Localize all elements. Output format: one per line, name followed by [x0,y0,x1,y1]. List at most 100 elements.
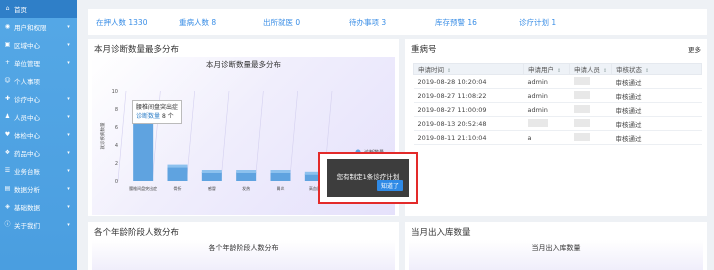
table-cell-user [523,116,570,131]
chart-bar [167,166,188,181]
stats-bar: 在押人数 1330 重病人数 8 出所就医 0 待办事项 3 库存预警 16 诊… [88,9,707,35]
modal-dialog: 您有制定1条诊疗计划 知道了 [327,159,409,197]
chart-bar-top [270,170,291,173]
chevron-down-icon: ▾ [67,203,70,210]
sidebar-item[interactable]: ☺ 个人事项 [0,72,77,90]
chart-title: 当月出入库数量 [531,244,581,252]
sidebar: ⌂ 首页 ◉ 用户和权限 ▾ ▣ 区域中心 ▾ + 单位管理 ▾ ☺ 个人事项 ✚ 诊疗中心 ▾ ♟ 人员中心 ▾ ♥… [0,0,77,270]
y-tick-label: 4 [115,143,118,149]
sidebar-item-label: 药品中心 [14,150,40,158]
table-cell-user: admin [523,102,570,117]
stat-serious-patients[interactable]: 重病人数 8 [179,17,263,28]
sidebar-item-label: 单位管理 [14,60,40,68]
table-cell-status: 审核通过 [611,74,702,89]
sidebar-item[interactable]: ✚ 诊疗中心 ▾ [0,90,77,108]
sidebar-item-label: 用户和权限 [14,24,47,32]
sidebar-item[interactable]: ♟ 人员中心 ▾ [0,108,77,126]
chevron-down-icon: ▾ [67,221,70,228]
sidebar-item[interactable]: ◈ 基础数据 ▾ [0,198,77,216]
panel-title: 重病号 [411,45,437,55]
redacted-placeholder [573,118,590,127]
sidebar-item[interactable]: ☰ 业务台账 ▾ [0,162,77,180]
sidebar-item-label: 基础数据 [14,204,40,212]
sidebar-item[interactable]: + 单位管理 ▾ [0,54,77,72]
sidebar-item[interactable]: ▣ 区域中心 ▾ [0,36,77,54]
redacted-placeholder [573,132,590,141]
sidebar-item[interactable]: ⌂ 首页 [0,0,77,18]
y-tick-label: 8 [115,107,118,113]
table-cell-person [569,102,612,117]
y-tick-label: 10 [112,89,118,95]
column-header[interactable]: 申请人员 ⇕ [569,63,612,75]
user-icon: ◉ [4,23,11,30]
chart-tooltip: 腰椎间盘突出症 诊断数量 8 个 [132,100,182,124]
chart-bar-top [236,170,257,173]
sidebar-item-label: 人员中心 [14,114,40,122]
chevron-down-icon: ▾ [67,23,70,30]
medicine-icon: ❖ [4,149,11,156]
column-header[interactable]: 审核状态 ⇕ [611,63,702,75]
x-tick-label: 感冒 [208,185,216,191]
sort-icon[interactable]: ⇕ [603,68,607,74]
table-row[interactable]: 2019-08-28 10:20:04 admin 审核通过 [413,74,702,89]
table-cell-time: 2019-08-28 10:20:04 [413,74,524,89]
treatment-icon: ✚ [4,95,11,102]
chart-bar-top [201,170,222,173]
column-header[interactable]: 申请时间 ⇕ [413,63,524,75]
stat-stock-alert[interactable]: 库存预警 16 [435,17,519,28]
sidebar-item-label: 数据分析 [14,186,40,194]
sidebar-item[interactable]: ▤ 数据分析 ▾ [0,180,77,198]
home-icon: ⌂ [5,5,10,12]
table-row[interactable]: 2019-08-27 11:08:22 admin 审核通过 [413,88,702,103]
info-icon: ⓘ [4,221,11,228]
stock-panel: 当月出入库数量 当月出入库数量 [405,222,707,270]
table-row[interactable]: 2019-08-11 21:10:04 a 审核通过 [413,130,702,145]
chart-bar [201,172,222,181]
table-row[interactable]: 2019-08-13 20:52:48 审核通过 [413,116,702,131]
staff-icon: ♟ [4,113,11,120]
sort-icon[interactable]: ⇕ [557,68,561,74]
table-cell-status: 审核通过 [611,88,702,103]
table-cell-status: 审核通过 [611,130,702,145]
table-cell-user: admin [523,88,570,103]
stock-chart-area: 当月出入库数量 [409,240,703,270]
sort-icon[interactable]: ⇕ [645,68,649,74]
sidebar-item[interactable]: ♥ 体检中心 ▾ [0,126,77,144]
y-axis-label: 就诊疾病数量 [99,122,106,149]
stat-todo[interactable]: 待办事项 3 [349,17,435,28]
table-cell-person [569,116,612,131]
chevron-down-icon: ▾ [67,167,70,174]
redacted-placeholder [527,118,548,127]
panel-title: 本月诊断数量最多分布 [94,45,180,55]
tooltip-title: 腰椎间盘突出症 [136,104,179,111]
notification-modal: 您有制定1条诊疗计划 知道了 [318,152,418,204]
grid-line [289,90,298,182]
tooltip-value: 8 个 [161,113,174,120]
sort-icon[interactable]: ⇕ [447,68,451,74]
table-cell-time: 2019-08-27 11:00:09 [413,102,524,117]
redacted-placeholder [573,90,590,99]
y-tick-label: 2 [115,161,118,167]
panel-title: 各个年龄阶段人数分布 [94,228,180,238]
sidebar-item-label: 体检中心 [14,132,40,140]
stat-treatment-plan[interactable]: 诊疗计划 1 [519,17,579,28]
grid-line [255,90,264,182]
stat-inmates[interactable]: 在押人数 1330 [96,17,179,28]
table-row[interactable]: 2019-08-27 11:00:09 admin 审核通过 [413,102,702,117]
acknowledge-button[interactable]: 知道了 [376,180,403,191]
sidebar-item-label: 区域中心 [14,42,40,50]
sidebar-item-label: 首页 [14,6,27,14]
sidebar-item[interactable]: ❖ 药品中心 ▾ [0,144,77,162]
table-cell-person [569,74,612,89]
chevron-down-icon: ▾ [67,185,70,192]
serious-patients-panel: 重病号 更多 申请时间 ⇕ 申请用户 ⇕ 申请人员 ⇕ 审核状态 ⇕ 2019-08-2… [405,39,707,216]
more-link[interactable]: 更多 [688,44,701,54]
sidebar-item[interactable]: ⓘ 关于我们 ▾ [0,216,77,234]
stat-outpatient[interactable]: 出所就医 0 [263,17,349,28]
plus-icon: + [4,59,11,66]
age-distribution-panel: 各个年龄阶段人数分布 各个年龄阶段人数分布 [88,222,399,270]
column-header[interactable]: 申请用户 ⇕ [523,63,570,75]
sidebar-item-label: 个人事项 [14,78,40,86]
age-chart-area: 各个年龄阶段人数分布 [92,240,395,270]
sidebar-item[interactable]: ◉ 用户和权限 ▾ [0,18,77,36]
